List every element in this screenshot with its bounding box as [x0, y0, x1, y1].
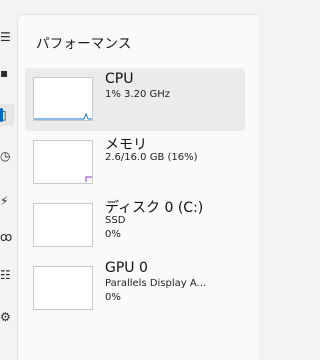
cpu-graph-line — [34, 112, 92, 120]
users-icon[interactable]: ꝏ — [0, 226, 14, 248]
details-icon[interactable]: ☷ — [0, 264, 14, 286]
item-stat: 1% 3.20 GHz — [105, 89, 171, 100]
memory-graph-line — [85, 176, 92, 182]
item-title: メモリ — [105, 137, 147, 153]
gpu-usage-graph — [33, 266, 93, 310]
navigation-rail: ☰ ▪ ▯ ◷ ⚡ ꝏ ☷ ⚙ — [0, 0, 14, 345]
services-icon[interactable]: ⚙ — [0, 306, 14, 328]
processes-icon[interactable]: ▪ — [0, 62, 14, 84]
item-stat: 0% — [105, 229, 121, 240]
item-title: CPU — [105, 71, 134, 87]
resource-item-disk[interactable]: ディスク 0 (C:) SSD 0% — [25, 194, 245, 257]
memory-usage-graph — [33, 140, 93, 184]
item-subtitle: Parallels Display A... — [105, 278, 207, 289]
cpu-usage-graph — [33, 77, 93, 121]
startup-apps-icon[interactable]: ⚡ — [0, 190, 14, 212]
page-title: パフォーマンス — [36, 36, 132, 52]
item-stat: 2.6/16.0 GB (16%) — [105, 152, 198, 163]
item-title: ディスク 0 (C:) — [105, 200, 204, 216]
resource-item-cpu[interactable]: CPU 1% 3.20 GHz — [25, 68, 245, 131]
performance-panel: パフォーマンス CPU 1% 3.20 GHz メモリ 2.6/16.0 GB … — [17, 14, 258, 360]
resource-item-gpu[interactable]: GPU 0 Parallels Display A... 0% — [25, 257, 245, 320]
item-title: GPU 0 — [105, 260, 148, 276]
disk-usage-graph — [33, 203, 93, 247]
selected-indicator — [0, 108, 3, 122]
app-history-icon[interactable]: ◷ — [0, 145, 14, 167]
menu-icon[interactable]: ☰ — [0, 26, 14, 48]
item-subtitle: SSD — [105, 215, 126, 226]
item-stat: 0% — [105, 292, 121, 303]
resource-item-memory[interactable]: メモリ 2.6/16.0 GB (16%) — [25, 131, 245, 194]
